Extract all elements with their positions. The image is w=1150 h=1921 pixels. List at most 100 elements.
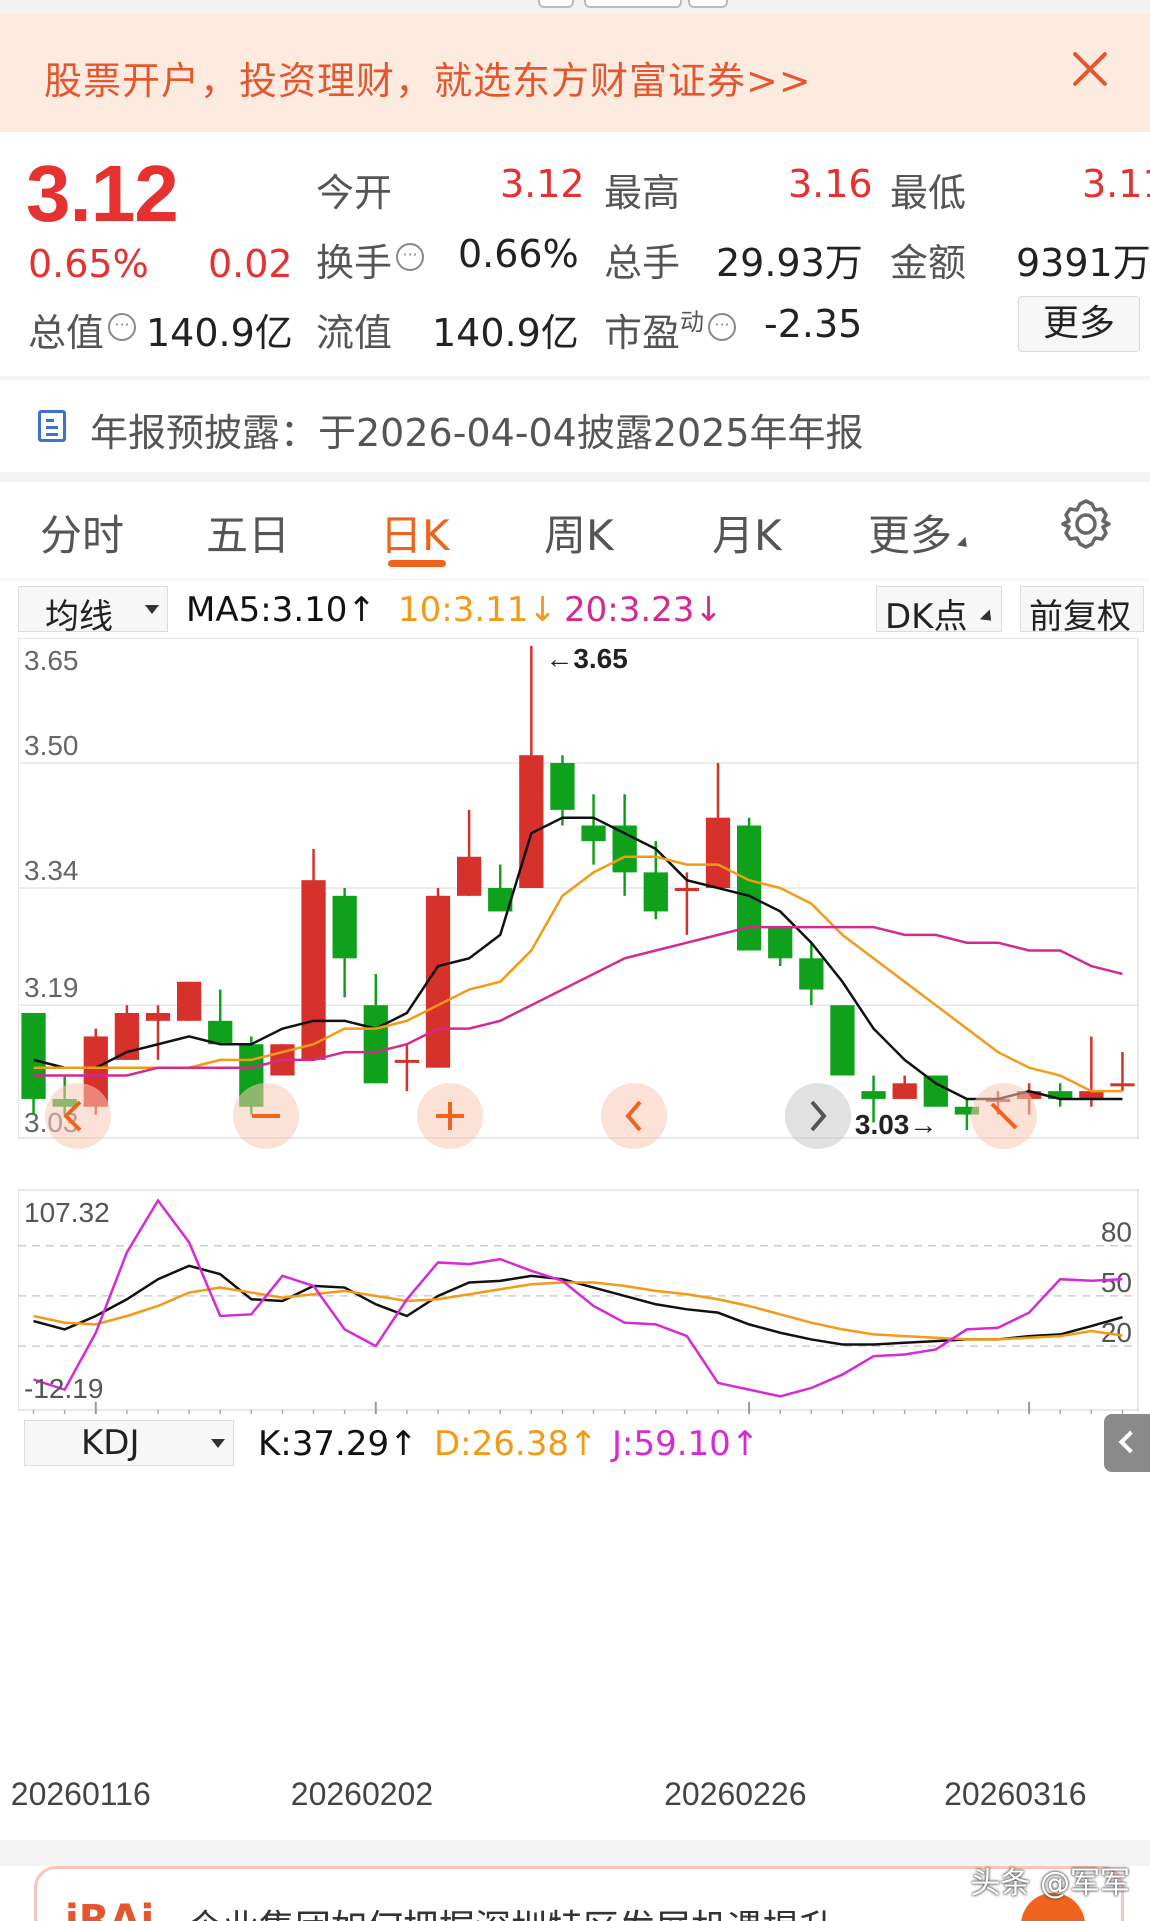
chart-period-tabs: 分时 五日 日K 周K 月K 更多 bbox=[0, 482, 1150, 580]
report-notice[interactable]: 年报预披露：于2026-04-04披露2025年年报 bbox=[0, 380, 1150, 472]
pe-value: -2.35 bbox=[764, 302, 863, 346]
fullscreen-icon[interactable] bbox=[971, 1083, 1037, 1149]
turnover-label-text: 换手 bbox=[316, 241, 393, 285]
open-label: 今开 bbox=[316, 171, 393, 215]
candle-body bbox=[892, 1083, 917, 1099]
candle-body bbox=[394, 1059, 420, 1063]
info-icon[interactable]: ··· bbox=[396, 243, 425, 271]
amount-label: 金额 bbox=[890, 241, 967, 285]
high-value: 3.16 bbox=[788, 162, 873, 206]
x-tick-label: 20260202 bbox=[290, 1776, 434, 1812]
volume-value: 29.93万 bbox=[716, 241, 863, 285]
kdj-right-tick: 50 bbox=[1101, 1267, 1132, 1298]
candle-body bbox=[145, 1013, 171, 1021]
forward-adjust-button[interactable]: 前复权 bbox=[1020, 586, 1144, 637]
turnover-value: 0.66% bbox=[458, 232, 579, 276]
news-logo: iRAi bbox=[65, 1897, 155, 1921]
top-handle-bar bbox=[0, 0, 1150, 14]
chevron-down-icon bbox=[211, 1439, 225, 1448]
low-value: 3.11 bbox=[1082, 162, 1150, 206]
candle-body bbox=[768, 927, 793, 959]
quote-panel: 3.12 0.65% 0.02 今开 3.12 最高 3.16 最低 3.11 … bbox=[0, 132, 1150, 377]
candle-body bbox=[861, 1091, 886, 1099]
forward-adjust-label: 前复权 bbox=[1029, 597, 1131, 637]
mktcap-label: 总值 ··· bbox=[28, 302, 137, 357]
mktcap-label-text: 总值 bbox=[28, 311, 105, 355]
tab-more-label: 更多 bbox=[868, 511, 953, 560]
next-icon[interactable] bbox=[785, 1083, 851, 1149]
candle-body bbox=[705, 817, 731, 888]
tab-more[interactable]: 更多 bbox=[868, 502, 972, 563]
pe-label-text: 市盈 bbox=[604, 311, 681, 355]
ma-line-MA5 bbox=[33, 816, 1123, 1101]
candle-body bbox=[519, 755, 544, 888]
kdj-line-J bbox=[33, 1198, 1123, 1398]
low-label: 最低 bbox=[890, 171, 967, 215]
zoom-out-icon[interactable] bbox=[233, 1083, 299, 1149]
info-icon[interactable]: ··· bbox=[108, 313, 137, 341]
candle-body bbox=[363, 1005, 388, 1084]
tab-monthly-k[interactable]: 月K bbox=[712, 502, 782, 563]
kdj-selector-label: KDJ bbox=[81, 1423, 140, 1463]
kdj-line-D bbox=[33, 1281, 1123, 1341]
kdj-frame bbox=[18, 1189, 1139, 1411]
gear-icon[interactable] bbox=[1060, 498, 1112, 550]
pe-label: 市盈动 ··· bbox=[604, 302, 737, 357]
close-icon[interactable] bbox=[1070, 48, 1110, 88]
kdj-max-label: 107.32 bbox=[24, 1197, 110, 1228]
bottom-news-card[interactable]: iRAi 企业集团如何把握深圳特区发展机遇提升 bbox=[34, 1866, 1124, 1921]
mktcap-value: 140.9亿 bbox=[146, 311, 293, 355]
change-amount: 0.02 bbox=[208, 242, 293, 286]
kdj-selector[interactable]: KDJ bbox=[24, 1420, 234, 1466]
prev-icon[interactable] bbox=[601, 1083, 667, 1149]
tab-five-day[interactable]: 五日 bbox=[206, 502, 290, 563]
chevron-down-icon bbox=[145, 605, 159, 614]
dropdown-icon bbox=[979, 609, 997, 626]
max-price-marker: ←3.65 bbox=[545, 643, 628, 674]
turnover-label: 换手 ··· bbox=[316, 232, 425, 287]
candle-body bbox=[643, 872, 668, 912]
high-label: 最高 bbox=[604, 171, 681, 215]
ma10-value: 10:3.11↓ bbox=[398, 590, 557, 630]
kdj-indicator-bar: KDJ K:37.29↑ D:26.38↑ J:59.10↑ bbox=[0, 1414, 1150, 1474]
info-icon[interactable]: ··· bbox=[708, 313, 737, 341]
ma5-value: MA5:3.10↑ bbox=[186, 590, 376, 630]
candle-body bbox=[550, 763, 575, 810]
kline-chart[interactable]: 3.653.503.343.193.03 ←3.653.03→ 805020 1… bbox=[18, 638, 1150, 1414]
dk-point-button[interactable]: DK点 bbox=[876, 586, 1002, 637]
change-percent: 0.65% bbox=[28, 242, 149, 286]
news-headline[interactable]: 企业集团如何把握深圳特区发展机遇提升 bbox=[187, 1899, 835, 1921]
candle-body bbox=[674, 888, 700, 891]
collapse-panel-button[interactable] bbox=[1104, 1414, 1150, 1472]
ma-selector[interactable]: 均线 bbox=[18, 586, 168, 637]
control-circle bbox=[601, 1083, 667, 1149]
candle-body bbox=[581, 825, 606, 842]
min-price-marker: 3.03→ bbox=[855, 1109, 938, 1140]
x-tick-label: 20260226 bbox=[664, 1776, 807, 1812]
control-circle bbox=[45, 1083, 111, 1149]
promo-banner[interactable]: 股票开户，投资理财，就选东方财富证券>> bbox=[0, 14, 1150, 132]
tab-intraday[interactable]: 分时 bbox=[40, 502, 124, 563]
dk-point-label: DK点 bbox=[885, 597, 968, 637]
candle-body bbox=[176, 981, 202, 1021]
candle-body bbox=[736, 825, 762, 951]
more-button[interactable]: 更多 bbox=[1018, 296, 1140, 352]
candle-body bbox=[799, 958, 824, 990]
divider bbox=[0, 472, 1150, 482]
y-tick-label: 3.65 bbox=[24, 645, 79, 676]
volume-label: 总手 bbox=[604, 241, 681, 285]
tab-weekly-k[interactable]: 周K bbox=[544, 502, 614, 563]
y-tick-label: 3.50 bbox=[24, 730, 79, 761]
ma20-value: 20:3.23↓ bbox=[564, 590, 723, 630]
float-label: 流值 bbox=[316, 311, 393, 355]
watermark: 头条 @军军 bbox=[970, 1866, 1130, 1901]
k-value: K:37.29↑ bbox=[258, 1424, 418, 1464]
scroll-left-icon[interactable] bbox=[45, 1083, 111, 1149]
promo-text[interactable]: 股票开户，投资理财，就选东方财富证券>> bbox=[44, 50, 812, 105]
candle-body bbox=[923, 1075, 948, 1107]
tab-daily-k[interactable]: 日K bbox=[380, 502, 450, 563]
candle-body bbox=[208, 1020, 233, 1045]
candle-body bbox=[456, 856, 482, 896]
amount-value: 9391万 bbox=[1016, 241, 1150, 285]
zoom-in-icon[interactable] bbox=[417, 1083, 483, 1149]
